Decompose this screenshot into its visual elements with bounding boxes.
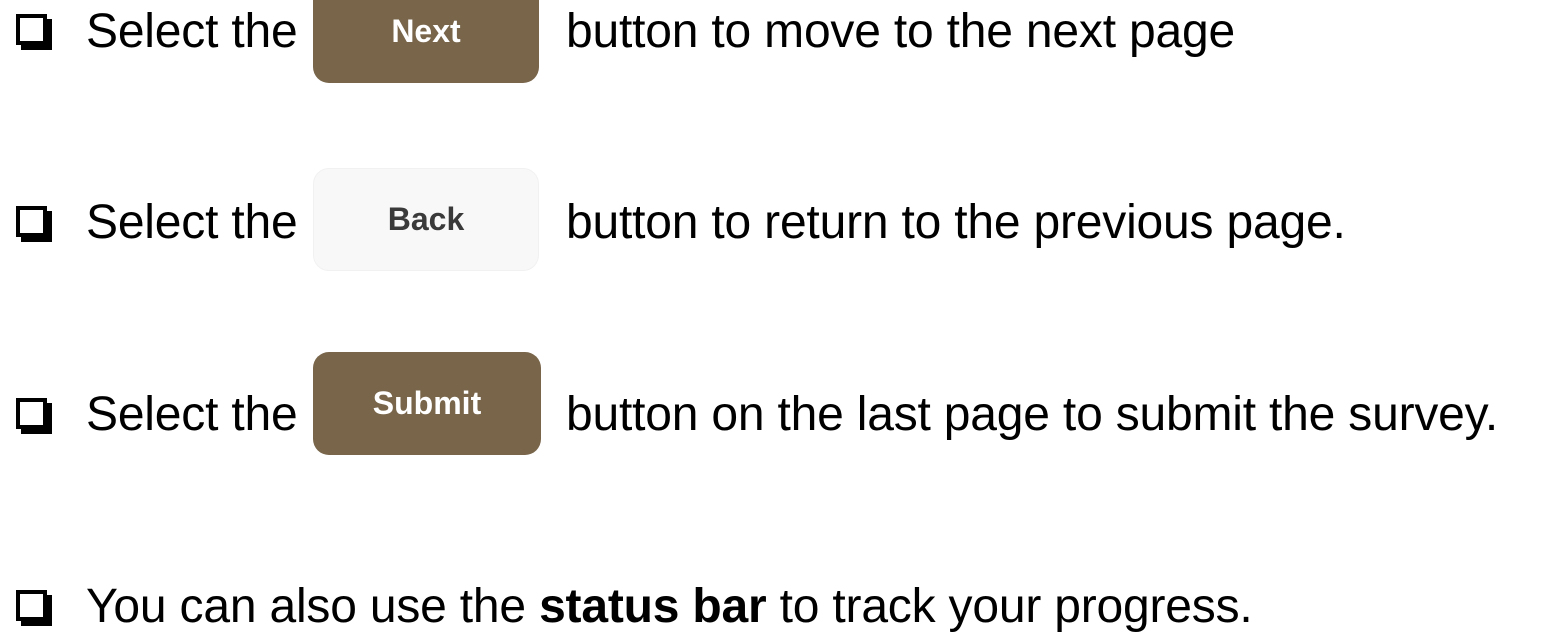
status-note-after: to track your progress. (779, 580, 1253, 633)
instruction-submit: Select the Submit button on the last pag… (0, 352, 1545, 462)
back-button[interactable]: Back (313, 168, 539, 271)
submit-button[interactable]: Submit (313, 352, 541, 455)
instruction-suffix: button to move to the next page (566, 5, 1235, 58)
status-bar-note: You can also use the status bar to track… (0, 560, 1545, 633)
instruction-suffix: button on the last page to submit the su… (566, 388, 1499, 441)
checkbox-icon (16, 14, 47, 45)
checkbox-icon (16, 590, 47, 621)
instruction-suffix: button to return to the previous page. (566, 196, 1346, 249)
next-button[interactable]: Next (313, 0, 539, 83)
checkbox-icon (16, 206, 47, 237)
status-bar-term: status bar (539, 580, 767, 633)
instruction-prefix: Select the (86, 388, 298, 441)
status-note-before: You can also use the (86, 580, 526, 633)
checkbox-icon (16, 398, 47, 429)
instruction-back: Select the Back button to return to the … (0, 168, 1545, 278)
status-note-text: You can also use the status bar to track… (86, 579, 1253, 635)
instruction-prefix: Select the (86, 196, 298, 249)
instruction-next: Select the Next button to move to the ne… (0, 0, 1545, 110)
instruction-prefix: Select the (86, 5, 298, 58)
